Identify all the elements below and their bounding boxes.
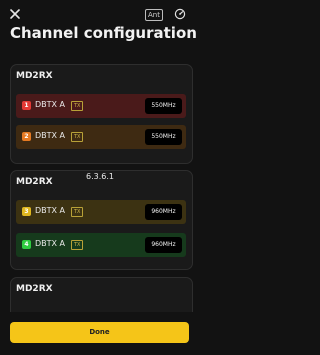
channel-number-badge: 3 bbox=[22, 207, 31, 216]
frequency-button[interactable]: 550MHz bbox=[145, 98, 182, 114]
channel-row[interactable]: 1 DBTX A TX 550MHz bbox=[16, 94, 186, 118]
channel-name: DBTX A bbox=[35, 131, 66, 140]
device-card: MD2RX 1 DBTX A TX 550MHz 2 DBTX A TX 550… bbox=[10, 64, 193, 164]
device-name: MD2RX bbox=[16, 71, 53, 81]
done-button[interactable]: Done bbox=[10, 322, 189, 343]
device-name: MD2RX bbox=[16, 177, 53, 187]
device-name: MD2RX bbox=[16, 284, 53, 294]
frequency-button[interactable]: 960MHz bbox=[145, 204, 182, 220]
close-icon[interactable] bbox=[8, 7, 22, 21]
device-card: MD2RX 3 DBTX A TX 960MHz 4 DBTX A TX 960… bbox=[10, 170, 193, 270]
page-title: Channel configuration bbox=[10, 24, 197, 42]
tx-badge: TX bbox=[71, 207, 84, 217]
tx-badge: TX bbox=[71, 132, 84, 142]
ant-button[interactable]: Ant bbox=[145, 9, 163, 21]
channel-name: DBTX A bbox=[35, 100, 66, 109]
channel-name: DBTX A bbox=[35, 206, 66, 215]
version-label: 6.3.6.1 bbox=[86, 172, 114, 181]
top-bar: Ant bbox=[0, 0, 200, 26]
channel-number-badge: 1 bbox=[22, 101, 31, 110]
channel-row[interactable]: 2 DBTX A TX 550MHz bbox=[16, 125, 186, 149]
channel-row[interactable]: 4 DBTX A TX 960MHz bbox=[16, 233, 186, 257]
channel-name: DBTX A bbox=[35, 239, 66, 248]
channel-row[interactable]: 3 DBTX A TX 960MHz bbox=[16, 200, 186, 224]
tx-badge: TX bbox=[71, 240, 84, 250]
gauge-icon[interactable] bbox=[174, 8, 186, 20]
tx-badge: TX bbox=[71, 101, 84, 111]
frequency-button[interactable]: 550MHz bbox=[145, 129, 182, 145]
channel-number-badge: 4 bbox=[22, 240, 31, 249]
channel-number-badge: 2 bbox=[22, 132, 31, 141]
frequency-button[interactable]: 960MHz bbox=[145, 237, 182, 253]
